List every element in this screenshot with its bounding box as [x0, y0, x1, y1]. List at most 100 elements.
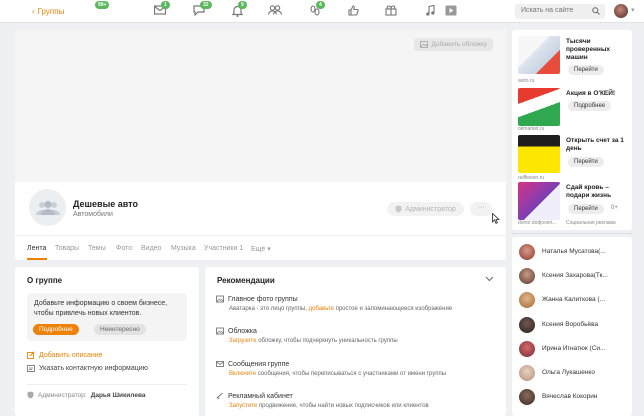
gifts-icon[interactable] — [384, 5, 398, 18]
ad-image — [518, 182, 560, 220]
rec-item-messages[interactable]: Сообщения группе Включите сообщения, что… — [216, 360, 496, 377]
tab-videos[interactable]: Видео — [141, 245, 161, 252]
mail-icon[interactable]: 1 — [153, 1, 170, 18]
shield-icon — [27, 391, 34, 399]
member-item[interactable]: Ирина Игнатюк (Си... — [519, 340, 629, 357]
rec-item-title: Рекламный кабинет — [228, 392, 293, 400]
divider — [27, 384, 187, 385]
recommendations-card: Рекомендации Главное фото группы Аватарк… — [205, 267, 506, 416]
rec-item-desc: простое и запоминающееся изображение — [333, 306, 453, 312]
more-info-button[interactable]: Подробнее — [33, 324, 79, 335]
ads-column: avito.ru Тысячи проверенных машин Перейт… — [512, 30, 632, 230]
games-badge: 99+ — [95, 1, 110, 9]
ad-image — [518, 36, 560, 74]
about-title: О группе — [27, 276, 63, 285]
tab-feed[interactable]: Лента — [27, 245, 46, 252]
not-interested-button[interactable]: Неинтересно — [94, 324, 146, 335]
group-avatar[interactable] — [27, 187, 68, 228]
age-rating: 0+ — [611, 205, 618, 211]
add-cover-button[interactable]: Добавить обложку — [414, 38, 493, 51]
member-name: Ксения Воробьёва — [542, 321, 599, 328]
friends-icon[interactable] — [267, 5, 283, 18]
like-icon[interactable] — [346, 5, 360, 18]
envelope-icon — [216, 361, 224, 367]
member-avatar — [519, 364, 535, 381]
member-item[interactable]: Ксения Воробьёва — [519, 316, 629, 333]
rec-item-ads-cabinet[interactable]: Рекламный кабинет Запустите продвижение,… — [216, 392, 496, 409]
ad-source: donor.dodjovert... — [518, 220, 557, 226]
ad-go-button[interactable]: Перейти — [568, 157, 604, 167]
more-actions-button[interactable]: ··· — [470, 202, 492, 216]
chevron-down-icon[interactable]: ▾ — [631, 6, 635, 14]
ad-details-button[interactable]: Подробнее — [568, 101, 612, 111]
edit-icon — [27, 351, 35, 359]
search-box[interactable] — [515, 4, 605, 19]
rec-item-title: Главное фото группы — [228, 295, 298, 303]
shield-icon — [395, 205, 402, 213]
music-icon[interactable] — [423, 4, 437, 18]
business-info-text: Добавьте информацию о своем бизнесе, что… — [34, 300, 168, 317]
ad-title: Тысячи проверенных машин — [566, 38, 610, 61]
cover-image-icon — [216, 327, 224, 335]
rec-item-main-photo[interactable]: Главное фото группы Аватарка - это лицо … — [216, 295, 496, 312]
search-icon[interactable] — [592, 7, 600, 15]
group-cover: Добавить обложку — [15, 30, 506, 182]
tab-products[interactable]: Товары — [55, 245, 79, 252]
group-category[interactable]: Автомобили — [73, 211, 113, 218]
add-description-label: Добавить описание — [39, 351, 103, 359]
add-description-link[interactable]: Добавить описание — [27, 351, 103, 359]
admin-label: Администратор: — [38, 391, 87, 399]
ad-title: Акция в О'КЕЙ! — [566, 90, 616, 97]
tab-members[interactable]: Участники 1 — [204, 245, 243, 252]
member-item[interactable]: Вячеслав Кокорин — [519, 388, 629, 405]
tab-more[interactable]: Ещё ▾ — [251, 245, 271, 253]
rec-item-desc: обложку, чтобы подчеркнуть уникальность … — [256, 338, 398, 344]
chevron-down-icon[interactable] — [485, 276, 494, 282]
rec-item-desc: сообщения, чтобы переписываться с участн… — [256, 371, 447, 377]
group-tabs: Лента Товары Темы Фото Видео Музыка Учас… — [15, 235, 506, 260]
member-item[interactable]: Ксения Захарова(Тк... — [519, 267, 629, 284]
rec-item-action-link[interactable]: добавьте — [309, 306, 334, 312]
administrator-label: Администратор — [405, 205, 456, 213]
member-name: Наталья Мусатова(... — [542, 248, 606, 255]
back-to-groups-link[interactable]: ‹ Группы — [32, 7, 64, 16]
add-contact-label: Указать контактную информацию — [39, 365, 148, 372]
ad-go-button[interactable]: Перейти — [568, 65, 604, 75]
group-admin-line: Администратор: Дарья Шикилева — [27, 391, 145, 399]
ad-title: Сдай кровь – подари жизнь — [566, 184, 612, 199]
member-item[interactable]: Ольга Лукашенко — [519, 364, 629, 381]
member-avatar — [519, 340, 535, 357]
add-contact-link[interactable]: Указать контактную информацию — [27, 365, 148, 372]
user-avatar[interactable] — [614, 4, 628, 18]
member-item[interactable]: Жанна Калиткова (... — [519, 291, 629, 308]
group-name: Дешевые авто — [73, 199, 138, 209]
mouse-cursor-icon — [492, 213, 500, 224]
rec-item-title: Сообщения группе — [228, 360, 290, 368]
tab-photos[interactable]: Фото — [116, 245, 132, 252]
group-placeholder-icon — [35, 200, 60, 215]
discussions-icon[interactable]: 32 — [192, 1, 212, 18]
rec-item-action-link[interactable]: Загрузите — [229, 338, 257, 344]
members-list: Наталья Мусатова(... Ксения Захарова(Тк.… — [512, 237, 632, 416]
tab-music[interactable]: Музыка — [171, 245, 196, 252]
rec-item-action-link[interactable]: Запустите — [229, 403, 257, 409]
search-input[interactable] — [521, 7, 591, 14]
member-avatar — [519, 267, 535, 284]
admin-name-link[interactable]: Дарья Шикилева — [91, 392, 146, 399]
image-icon — [420, 41, 429, 48]
member-avatar — [519, 388, 535, 405]
guests-icon[interactable]: 4 — [308, 1, 325, 18]
rec-item-action-link[interactable]: Включите — [229, 371, 256, 377]
ad-go-button[interactable]: Перейти — [568, 204, 604, 214]
administrator-button[interactable]: Администратор — [387, 202, 464, 216]
member-name: Ирина Игнатюк (Си... — [542, 345, 606, 352]
member-item[interactable]: Наталья Мусатова(... — [519, 243, 629, 260]
bell-icon[interactable]: 9 — [230, 1, 247, 18]
tab-topics[interactable]: Темы — [88, 245, 106, 252]
add-cover-label: Добавить обложку — [431, 41, 487, 48]
rec-item-cover[interactable]: Обложка Загрузите обложку, чтобы подчерк… — [216, 327, 496, 344]
video-icon[interactable] — [444, 5, 458, 18]
member-name: Жанна Калиткова (... — [542, 296, 606, 303]
ads-footer-label: Социальная реклама — [566, 220, 616, 226]
member-name: Ольга Лукашенко — [542, 369, 595, 376]
